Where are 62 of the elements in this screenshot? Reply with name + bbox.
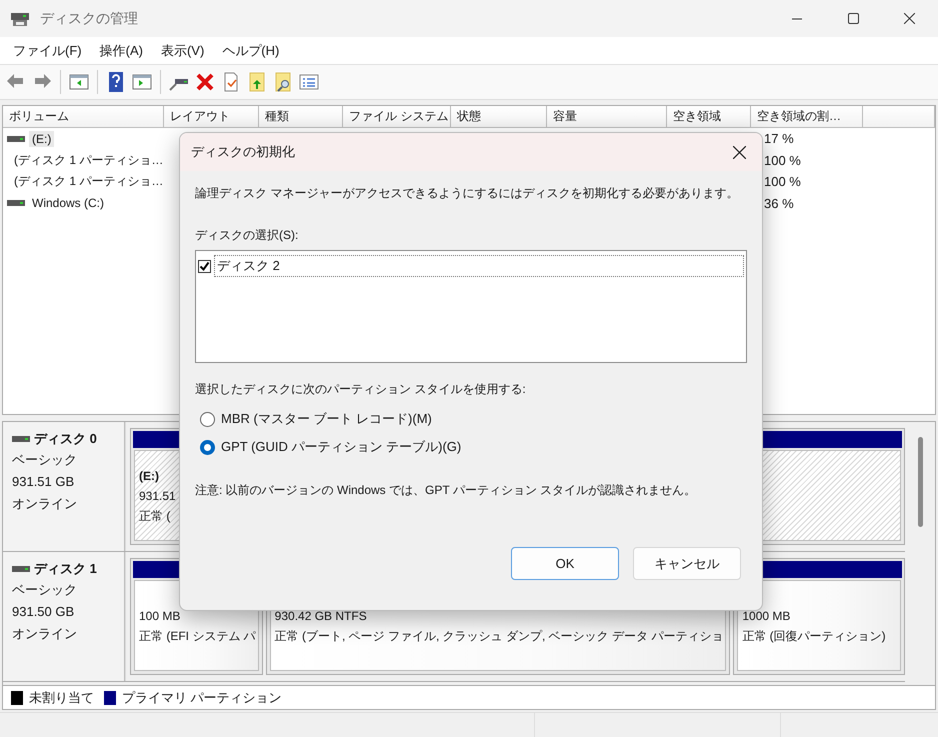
radio-label[interactable]: GPT (GUID パーティション テーブル)(G) <box>221 438 462 456</box>
delete-icon[interactable] <box>194 71 216 93</box>
partition-text: (E:) <box>139 468 159 484</box>
partition-text: 正常 (EFI システム パ <box>139 628 256 644</box>
menu-item[interactable]: 操作(A) <box>90 42 152 60</box>
dialog-message: 論理ディスク マネージャーがアクセスできるようにするにはディスクを初期化する必要があります。 <box>195 185 740 202</box>
scrollbar-thumb[interactable] <box>918 437 922 527</box>
table-cell-text: 17 % <box>763 131 795 146</box>
legend-label: プライマリ パーティション <box>122 688 282 706</box>
checkbox[interactable] <box>198 260 211 272</box>
volume-name[interactable]: (E:) <box>29 130 54 147</box>
table-cell-text: 100 % <box>763 152 802 168</box>
volume-name[interactable]: Windows (C:) <box>29 195 108 212</box>
disk-status: オンライン <box>12 495 78 513</box>
menu-item[interactable]: ヘルプ(H) <box>213 42 288 60</box>
column-header[interactable]: ファイル システム <box>343 106 451 128</box>
disk-list-label: ディスクの選択(S): <box>195 227 300 244</box>
menu-item[interactable]: ファイル(F) <box>4 42 91 60</box>
column-header[interactable]: 空き領域 <box>667 106 751 128</box>
legend-label: 未割り当て <box>29 688 94 706</box>
disk-type: ベーシック <box>12 451 78 469</box>
dialog-button[interactable]: キャンセル <box>633 547 741 580</box>
drive-icon <box>7 134 25 143</box>
table-cell-text: 100 % <box>763 174 802 190</box>
partition-text: 正常 (ブート, ページ ファイル, クラッシュ ダンプ, ベーシック データ パーティショ <box>274 628 724 644</box>
note-text: 注意: 以前のバージョンの Windows では、GPT パーティション スタイルが認識されません。 <box>195 482 698 499</box>
disk-size: 931.50 GB <box>12 603 76 621</box>
partition-style-label: 選択したディスクに次のパーティション スタイルを使用する: <box>195 381 527 398</box>
partition-text: 930.42 GB NTFS <box>274 608 367 624</box>
column-header[interactable]: 容量 <box>547 106 667 128</box>
column-header <box>863 106 935 128</box>
column-header[interactable]: 空き領域の割… <box>751 106 863 128</box>
disk-status: オンライン <box>12 625 78 643</box>
column-header[interactable]: レイアウト <box>164 106 259 128</box>
table-cell-text: 36 % <box>763 196 795 211</box>
disk-type: ベーシック <box>12 581 78 599</box>
dialog-button[interactable]: OK <box>511 547 619 580</box>
partition-text: 931.51 <box>139 488 176 504</box>
radio-label[interactable]: MBR (マスター ブート レコード)(M) <box>221 410 432 428</box>
column-header[interactable]: 種類 <box>259 106 343 128</box>
radio-button[interactable] <box>200 440 215 454</box>
menu-item[interactable]: 表示(V) <box>152 42 214 60</box>
disk-list-item[interactable]: ディスク 2 <box>214 255 744 277</box>
partition[interactable]: 1000 MB 正常 (回復パーティション) <box>733 558 905 675</box>
disk-size: 931.51 GB <box>12 473 76 491</box>
drive-icon <box>7 199 25 208</box>
partition-text: 正常 ( <box>139 508 170 524</box>
disk-list[interactable]: ディスク 2 <box>195 250 747 363</box>
drive-icon <box>12 435 30 443</box>
window-title: ディスクの管理 <box>40 10 139 28</box>
partition-text: 1000 MB <box>742 608 790 624</box>
partition-text: 正常 (回復パーティション) <box>742 628 886 644</box>
column-header[interactable]: 状態 <box>451 106 547 128</box>
radio-button[interactable] <box>200 412 215 426</box>
partition-text: 100 MB <box>139 608 180 624</box>
drive-icon <box>12 565 30 573</box>
disk-name: ディスク 1 <box>34 560 97 578</box>
volume-name[interactable]: (ディスク 1 パーティショ… <box>11 150 166 170</box>
dialog-title: ディスクの初期化 <box>191 143 296 161</box>
disk-name: ディスク 0 <box>34 430 97 448</box>
column-header[interactable]: ボリューム <box>3 106 164 128</box>
volume-name[interactable]: (ディスク 1 パーティショ… <box>11 172 166 192</box>
